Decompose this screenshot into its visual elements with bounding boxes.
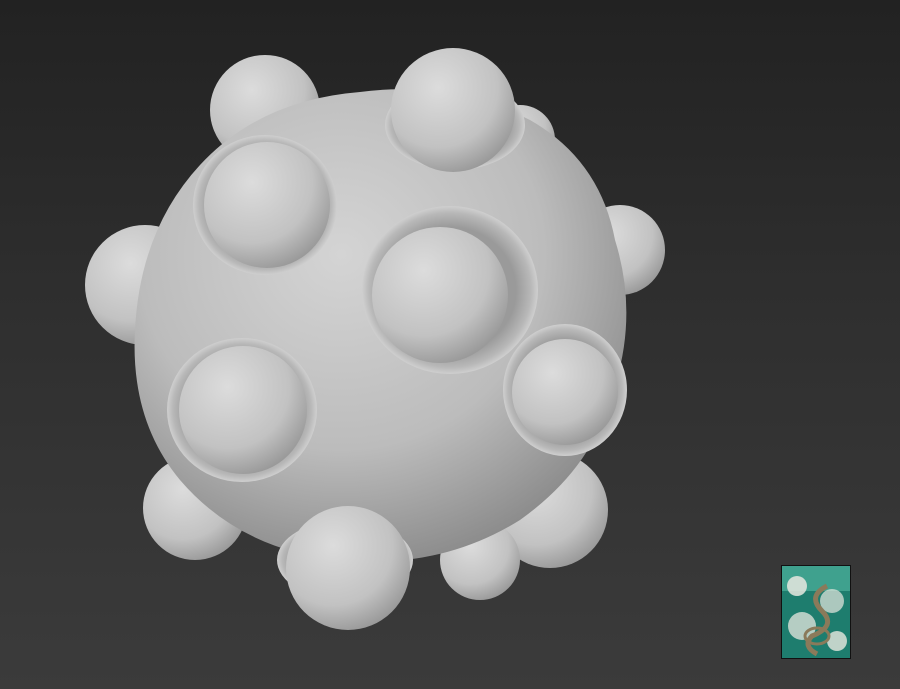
sphere-cluster-model[interactable] (0, 0, 900, 689)
3d-viewport[interactable] (0, 0, 900, 689)
thumbnail-image (782, 566, 850, 658)
texture-preview-thumbnail[interactable] (781, 565, 851, 659)
